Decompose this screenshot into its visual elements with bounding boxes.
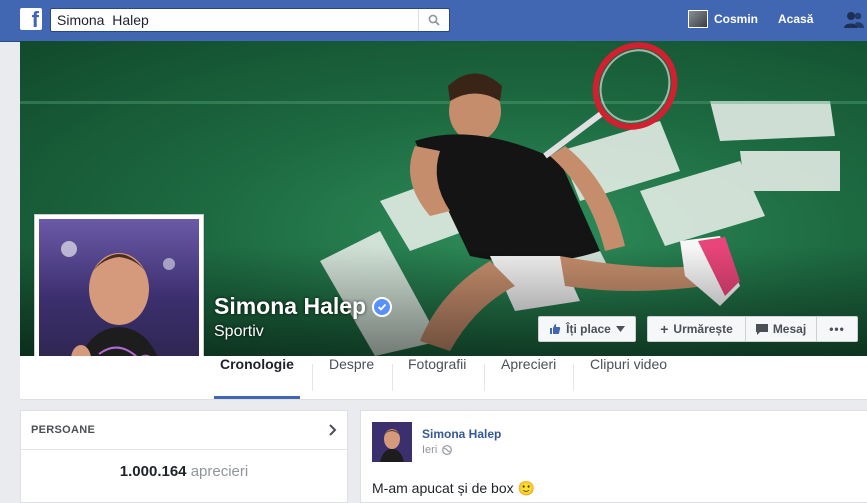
tab-clipuri-video[interactable]: Clipuri video: [590, 356, 667, 399]
profile-name: Simona Halep: [214, 293, 367, 319]
follow-button-label: Urmărește: [673, 322, 733, 336]
people-card-title: PERSOANE: [31, 424, 96, 436]
more-dots-icon: •••: [829, 322, 845, 336]
home-link[interactable]: Acasă: [778, 12, 813, 26]
message-button-label: Mesaj: [772, 322, 807, 336]
friends-icon[interactable]: [843, 11, 865, 34]
post-time: Ieri: [422, 444, 453, 456]
profile-photo-image: [39, 219, 199, 378]
tab-despre[interactable]: Despre: [329, 356, 374, 399]
chevron-down-icon: [615, 326, 625, 332]
message-button[interactable]: Mesaj: [746, 316, 817, 342]
post-text: M-am apucat și de box 🙂: [372, 480, 535, 496]
tab-divider: [484, 364, 485, 391]
top-navigation-bar: f Cosmin Acasă: [0, 0, 867, 42]
post-author[interactable]: Simona Halep: [422, 427, 501, 441]
tab-aprecieri[interactable]: Aprecieri: [501, 356, 556, 399]
chevron-right-icon: [329, 424, 337, 436]
user-name: Cosmin: [714, 12, 759, 26]
post-timestamp[interactable]: Ieri: [422, 444, 437, 456]
tab-divider: [312, 364, 313, 391]
like-button-label: Îți place: [566, 322, 611, 336]
like-button[interactable]: Îți place: [538, 316, 636, 342]
people-card-header[interactable]: PERSOANE: [21, 411, 347, 450]
search-icon[interactable]: [418, 9, 449, 31]
tab-divider: [392, 364, 393, 391]
tab-cronologie[interactable]: Cronologie: [214, 356, 300, 399]
facebook-logo-icon[interactable]: f: [20, 7, 42, 32]
verified-badge-icon: [372, 296, 393, 317]
likes-count: 1.000.164: [119, 463, 187, 480]
page-title: Simona Halep: [214, 293, 393, 320]
people-card: PERSOANE 1.000.164 aprecieri: [20, 410, 348, 503]
profile-category: Sportiv: [214, 323, 264, 340]
search-box[interactable]: [50, 8, 450, 32]
search-input[interactable]: [51, 9, 423, 31]
likes-label: aprecieri: [190, 463, 249, 480]
more-options-button[interactable]: •••: [817, 316, 858, 342]
plus-icon: +: [660, 321, 669, 337]
timeline-post: Simona Halep Ieri M-am apucat și de box …: [360, 410, 867, 503]
globe-icon: [442, 445, 453, 455]
follow-button[interactable]: + Urmărește: [647, 316, 746, 342]
post-author-avatar[interactable]: [372, 422, 412, 462]
tab-divider: [573, 364, 574, 391]
profile-tabs: Cronologie Despre Fotografii Aprecieri C…: [20, 356, 867, 400]
user-avatar: [688, 10, 708, 28]
message-icon: [755, 323, 768, 335]
user-profile-link[interactable]: Cosmin: [688, 10, 758, 28]
tab-fotografii[interactable]: Fotografii: [408, 356, 466, 399]
likes-summary: 1.000.164 aprecieri: [21, 450, 347, 480]
thumbs-up-icon: [550, 324, 561, 334]
